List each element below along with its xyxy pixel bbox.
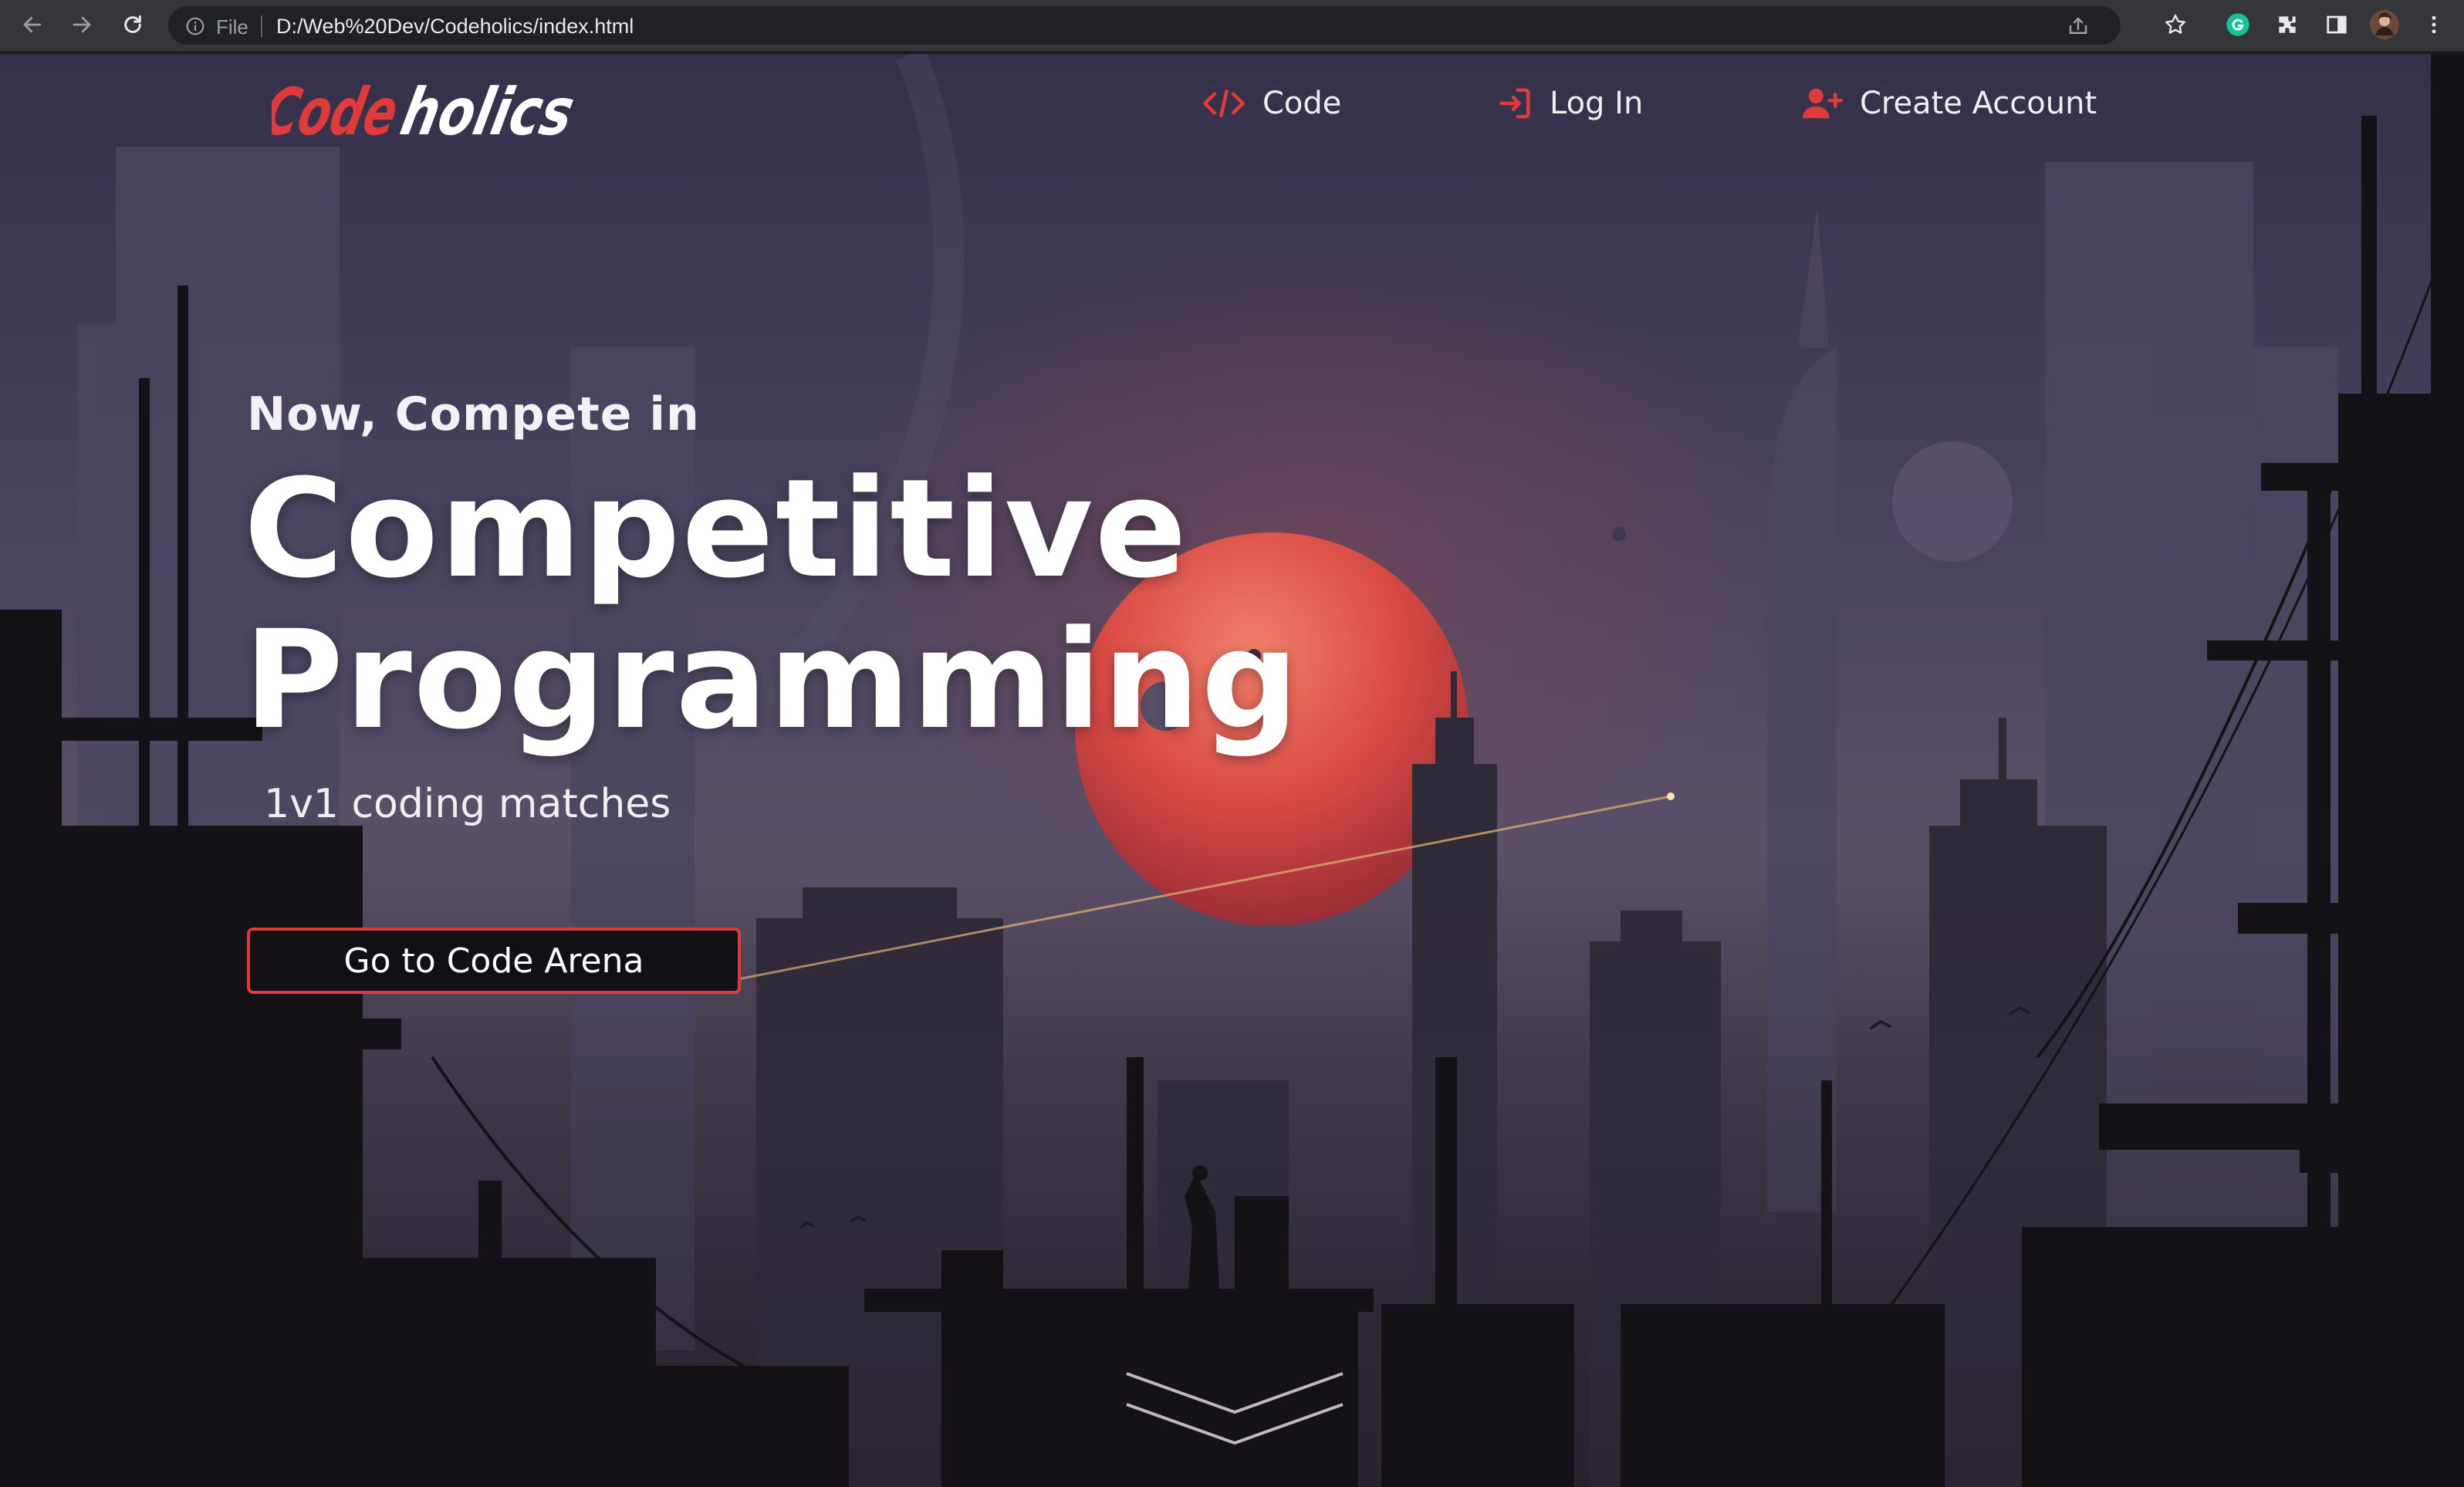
nav-code-label: Code (1262, 86, 1342, 121)
profile-avatar (2370, 10, 2399, 39)
url-scheme-label: File (216, 15, 248, 39)
browser-menu-button[interactable] (2418, 9, 2449, 40)
login-icon (1497, 86, 1533, 121)
forward-button[interactable] (66, 9, 97, 40)
svg-text:Code: Code (272, 75, 404, 150)
forward-arrow-icon (73, 16, 91, 33)
back-arrow-icon (23, 16, 42, 33)
url-separator (261, 15, 262, 37)
cityscape-background (0, 54, 2464, 1487)
nav-login-link[interactable]: Log In (1497, 80, 1643, 127)
svg-text:holics: holics (394, 75, 580, 150)
grammarly-extension[interactable] (2222, 9, 2253, 40)
nav-login-label: Log In (1550, 86, 1644, 121)
chevron-down-icon[interactable] (1123, 1366, 1347, 1451)
info-icon[interactable] (185, 16, 205, 36)
go-to-code-arena-button[interactable]: Go to Code Arena (247, 928, 741, 994)
url-text[interactable]: D:/Web%20Dev/Codeholics/index.html (276, 15, 634, 39)
bookmark-button[interactable] (2160, 9, 2191, 40)
webpage-viewport: Code holics Code Log In Create Account N… (0, 54, 2464, 1487)
extensions-icon (2279, 16, 2296, 33)
extensions-button[interactable] (2272, 9, 2303, 40)
hero-title-line-2: Programming (244, 601, 1300, 759)
hero-pre-title: Now, Compete in (247, 387, 700, 441)
nav-create-account-label: Create Account (1860, 86, 2097, 121)
side-panel-button[interactable] (2321, 9, 2352, 40)
hero-title-line-1: Competitive (244, 450, 1188, 608)
hero-subtitle: 1v1 coding matches (264, 781, 671, 827)
nav-code-link[interactable]: Code (1202, 80, 1341, 127)
share-icon[interactable] (2067, 15, 2090, 38)
nav-create-account-link[interactable]: Create Account (1801, 80, 2097, 127)
site-logo[interactable]: Code holics (272, 68, 596, 161)
reload-icon (124, 15, 141, 33)
code-icon (1202, 86, 1246, 120)
grammarly-icon (2226, 13, 2249, 36)
back-button[interactable] (17, 9, 48, 40)
address-bar[interactable]: File D:/Web%20Dev/Codeholics/index.html (168, 6, 2121, 45)
add-user-icon (1801, 86, 1843, 121)
side-panel-icon (2327, 15, 2347, 34)
star-icon (2165, 14, 2185, 34)
kebab-menu-icon (2432, 15, 2436, 34)
hero-title: Competitive Programming (244, 454, 1300, 756)
reload-button[interactable] (117, 9, 148, 40)
profile-button[interactable] (2369, 9, 2400, 40)
browser-toolbar: File D:/Web%20Dev/Codeholics/index.html (0, 0, 2464, 52)
